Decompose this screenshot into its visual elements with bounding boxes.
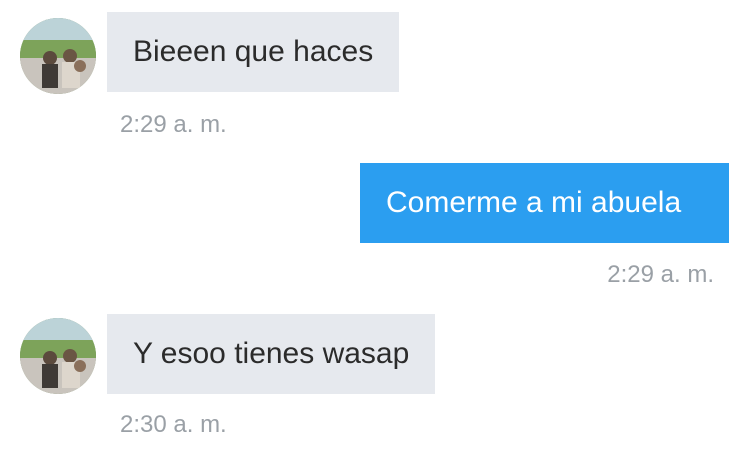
message-timestamp: 2:29 a. m. (607, 261, 714, 288)
contact-avatar[interactable] (20, 18, 96, 94)
message-timestamp: 2:29 a. m. (120, 111, 227, 138)
message-bubble-incoming[interactable]: Y esoo tienes wasap (107, 314, 436, 394)
avatar-photo-icon (20, 18, 96, 94)
chat-thread: Bieeen que haces 2:29 a. m. Comerme a mi… (0, 0, 750, 449)
message-timestamp: 2:30 a. m. (120, 411, 227, 438)
message-bubble-outgoing[interactable]: Comerme a mi abuela (360, 163, 729, 243)
avatar-photo-icon (20, 318, 96, 394)
contact-avatar[interactable] (20, 318, 96, 394)
message-bubble-incoming[interactable]: Bieeen que haces (107, 12, 400, 92)
